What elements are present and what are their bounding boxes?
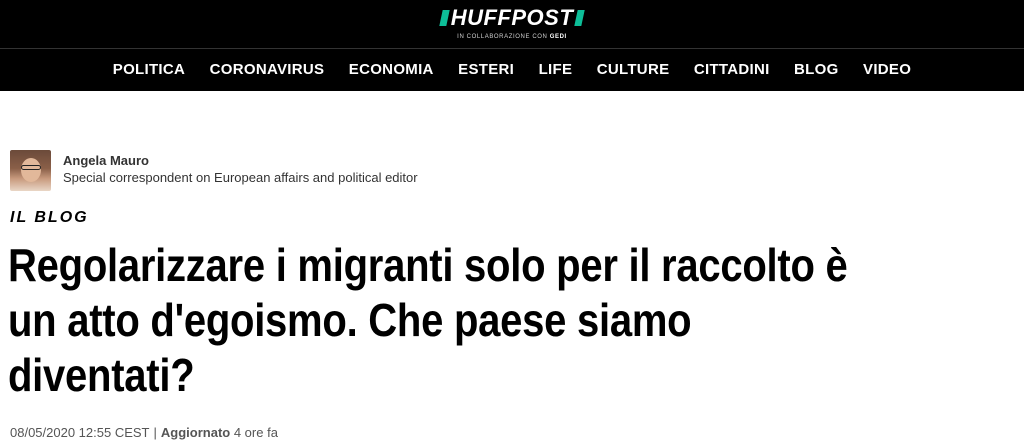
nav-item-life[interactable]: LIFE [539, 61, 573, 78]
author-name[interactable]: Angela Mauro [63, 153, 149, 168]
nav-list: POLITICA CORONAVIRUS ECONOMIA ESTERI LIF… [0, 61, 1024, 79]
headline-line: Regolarizzare i migranti solo per il rac… [8, 239, 848, 291]
nav-item-cittadini[interactable]: CITTADINI [694, 61, 770, 78]
nav-item-video[interactable]: VIDEO [863, 61, 911, 78]
logo-container: HUFFPOST IN COLLABORAZIONE CON GEDI [0, 7, 1024, 41]
published-date: 08/05/2020 12:55 CEST [10, 425, 150, 440]
main-navigation: POLITICA CORONAVIRUS ECONOMIA ESTERI LIF… [0, 48, 1024, 91]
nav-item-economia[interactable]: ECONOMIA [349, 61, 434, 78]
avatar-face [21, 158, 41, 182]
site-header: HUFFPOST IN COLLABORAZIONE CON GEDI [0, 0, 1024, 48]
logo-partner: GEDI [549, 34, 567, 40]
updated-value: 4 ore fa [233, 425, 278, 440]
avatar-glasses [21, 165, 41, 170]
article-timestamp: 08/05/2020 12:55 CEST | Aggiornato 4 ore f… [10, 425, 278, 440]
headline-line: diventati? [8, 349, 195, 401]
author-role: Special correspondent on European affair… [63, 170, 418, 185]
logo-accent-right [574, 10, 585, 26]
nav-item-culture[interactable]: CULTURE [597, 61, 670, 78]
logo-text: HUFFPOST [450, 5, 574, 30]
updated-label: Aggiornato [160, 425, 231, 440]
logo-subtitle-text: IN COLLABORAZIONE CON [457, 34, 548, 40]
author-avatar[interactable] [10, 150, 51, 191]
nav-item-blog[interactable]: BLOG [794, 61, 839, 78]
article-headline: Regolarizzare i migranti solo per il rac… [8, 238, 1017, 403]
nav-item-esteri[interactable]: ESTERI [458, 61, 514, 78]
headline-line: un atto d'egoismo. Che paese siamo [8, 294, 692, 346]
nav-item-politica[interactable]: POLITICA [113, 61, 185, 78]
logo-accent-left [439, 10, 450, 26]
logo-subtitle: IN COLLABORAZIONE CON GEDI [0, 33, 1024, 41]
huffpost-logo[interactable]: HUFFPOST [439, 5, 585, 30]
meta-separator: | [153, 425, 157, 440]
section-label[interactable]: IL BLOG [10, 209, 89, 227]
nav-item-coronavirus[interactable]: CORONAVIRUS [210, 61, 325, 78]
